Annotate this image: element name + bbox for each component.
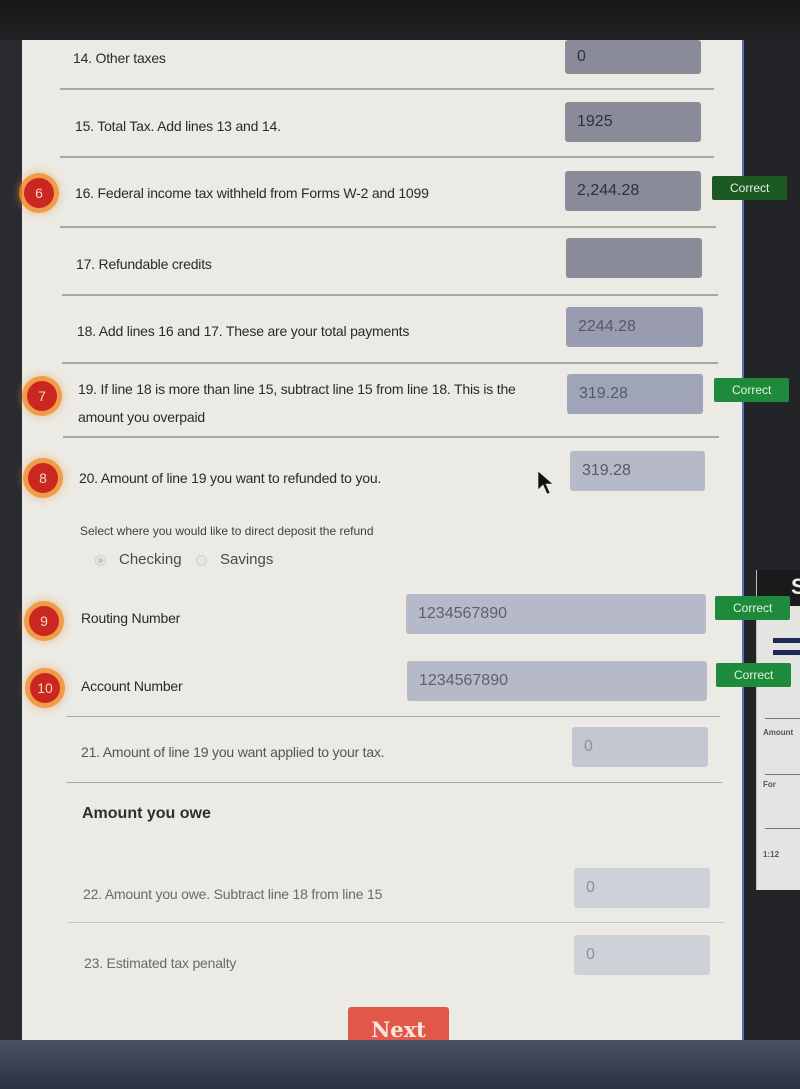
- routing-number-input[interactable]: 1234567890: [406, 594, 706, 634]
- row-divider: [66, 716, 720, 717]
- line-19-label: 19. If line 18 is more than line 15, sub…: [78, 381, 516, 397]
- background-window-text: Amount: [763, 728, 794, 737]
- background-window-rule: [765, 774, 800, 775]
- correct-badge: Correct: [715, 596, 791, 620]
- account-number-label: Account Number: [81, 678, 183, 694]
- screen-bezel: [0, 0, 800, 45]
- background-window-stripe: [773, 638, 800, 643]
- row-divider: [62, 362, 718, 364]
- background-window-text: 1:12: [763, 850, 780, 859]
- background-window-stripe: [773, 650, 800, 655]
- tax-form-page: 14. Other taxes 0 15. Total Tax. Add lin…: [22, 40, 792, 1050]
- radio-savings-label[interactable]: Savings: [220, 551, 273, 568]
- radio-checking-label[interactable]: Checking: [119, 551, 182, 568]
- line-21-input[interactable]: 0: [572, 727, 708, 767]
- routing-number-label: Routing Number: [81, 610, 181, 626]
- line-15-label: 15. Total Tax. Add lines 13 and 14.: [75, 118, 281, 134]
- line-18-label: 18. Add lines 16 and 17. These are your …: [77, 323, 410, 339]
- correct-badge: Correct: [712, 176, 788, 200]
- line-20-input[interactable]: 319.28: [570, 451, 705, 491]
- line-14-input[interactable]: 0: [565, 40, 701, 74]
- radio-checking[interactable]: [95, 555, 106, 566]
- line-23-label: 23. Estimated tax penalty: [84, 955, 237, 971]
- line-20-label: 20. Amount of line 19 you want to refund…: [79, 470, 382, 486]
- row-divider: [63, 436, 719, 438]
- line-17-label: 17. Refundable credits: [76, 256, 212, 272]
- row-divider: [60, 156, 714, 158]
- line-15-input[interactable]: 1925: [565, 102, 701, 142]
- row-divider: [62, 294, 718, 296]
- background-window-glyph: S: [791, 574, 800, 599]
- line-21-label: 21. Amount of line 19 you want applied t…: [81, 744, 385, 760]
- step-badge-7: 7: [27, 381, 57, 411]
- row-divider: [68, 922, 724, 923]
- step-badge-8: 8: [28, 463, 58, 493]
- line-16-input[interactable]: 2,244.28: [565, 171, 701, 211]
- step-badge-6: 6: [24, 178, 54, 208]
- background-window-text: For: [763, 780, 776, 789]
- correct-badge: Correct: [714, 378, 790, 402]
- row-divider: [60, 226, 716, 228]
- row-divider: [60, 88, 714, 90]
- monitor-bottom-edge: [0, 1040, 800, 1089]
- line-17-input[interactable]: [566, 238, 702, 278]
- line-23-input[interactable]: 0: [574, 935, 710, 975]
- line-19-input[interactable]: 319.28: [567, 374, 703, 414]
- account-number-input[interactable]: 1234567890: [407, 661, 707, 701]
- line-22-input[interactable]: 0: [574, 868, 710, 908]
- desktop-background-left: [0, 40, 22, 1050]
- row-divider: [66, 782, 722, 783]
- step-badge-9: 9: [29, 606, 59, 636]
- line-14-label: 14. Other taxes: [73, 50, 166, 66]
- amount-you-owe-heading: Amount you owe: [82, 805, 211, 822]
- line-18-input[interactable]: 2244.28: [566, 307, 703, 347]
- background-window-rule: [765, 828, 800, 829]
- correct-badge: Correct: [716, 663, 792, 687]
- line-19-label-continued: amount you overpaid: [78, 409, 205, 425]
- radio-savings[interactable]: [196, 555, 207, 566]
- line-22-label: 22. Amount you owe. Subtract line 18 fro…: [83, 886, 383, 902]
- step-badge-10: 10: [30, 673, 60, 703]
- mouse-cursor-icon: [537, 470, 554, 495]
- line-16-label: 16. Federal income tax withheld from For…: [75, 185, 429, 201]
- deposit-question: Select where you would like to direct de…: [80, 524, 374, 538]
- background-window-rule: [765, 718, 800, 719]
